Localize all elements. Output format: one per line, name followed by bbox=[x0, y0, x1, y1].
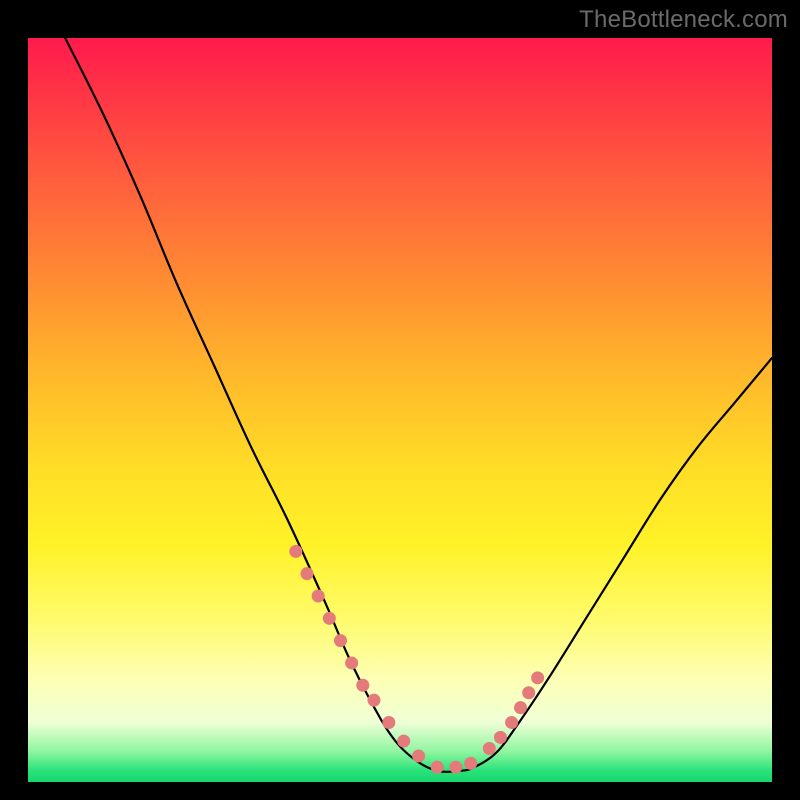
watermark-text: TheBottleneck.com bbox=[579, 6, 788, 34]
chart-frame bbox=[28, 38, 772, 782]
highlight-marker bbox=[531, 671, 544, 684]
highlight-marker bbox=[345, 656, 358, 669]
highlight-marker bbox=[494, 731, 507, 744]
highlight-marker bbox=[522, 686, 535, 699]
highlight-marker bbox=[334, 634, 347, 647]
highlight-marker bbox=[289, 545, 302, 558]
highlight-markers bbox=[289, 545, 544, 774]
highlight-marker bbox=[312, 590, 325, 603]
highlight-marker bbox=[483, 742, 496, 755]
highlight-marker bbox=[505, 716, 518, 729]
highlight-marker bbox=[514, 701, 527, 714]
highlight-marker bbox=[449, 761, 462, 774]
bottleneck-curve bbox=[65, 38, 772, 772]
highlight-marker bbox=[382, 716, 395, 729]
chart-svg bbox=[28, 38, 772, 782]
highlight-marker bbox=[301, 567, 314, 580]
highlight-marker bbox=[323, 612, 336, 625]
highlight-marker bbox=[367, 694, 380, 707]
highlight-marker bbox=[356, 679, 369, 692]
highlight-marker bbox=[464, 757, 477, 770]
highlight-marker bbox=[431, 761, 444, 774]
highlight-marker bbox=[397, 735, 410, 748]
highlight-marker bbox=[412, 749, 425, 762]
